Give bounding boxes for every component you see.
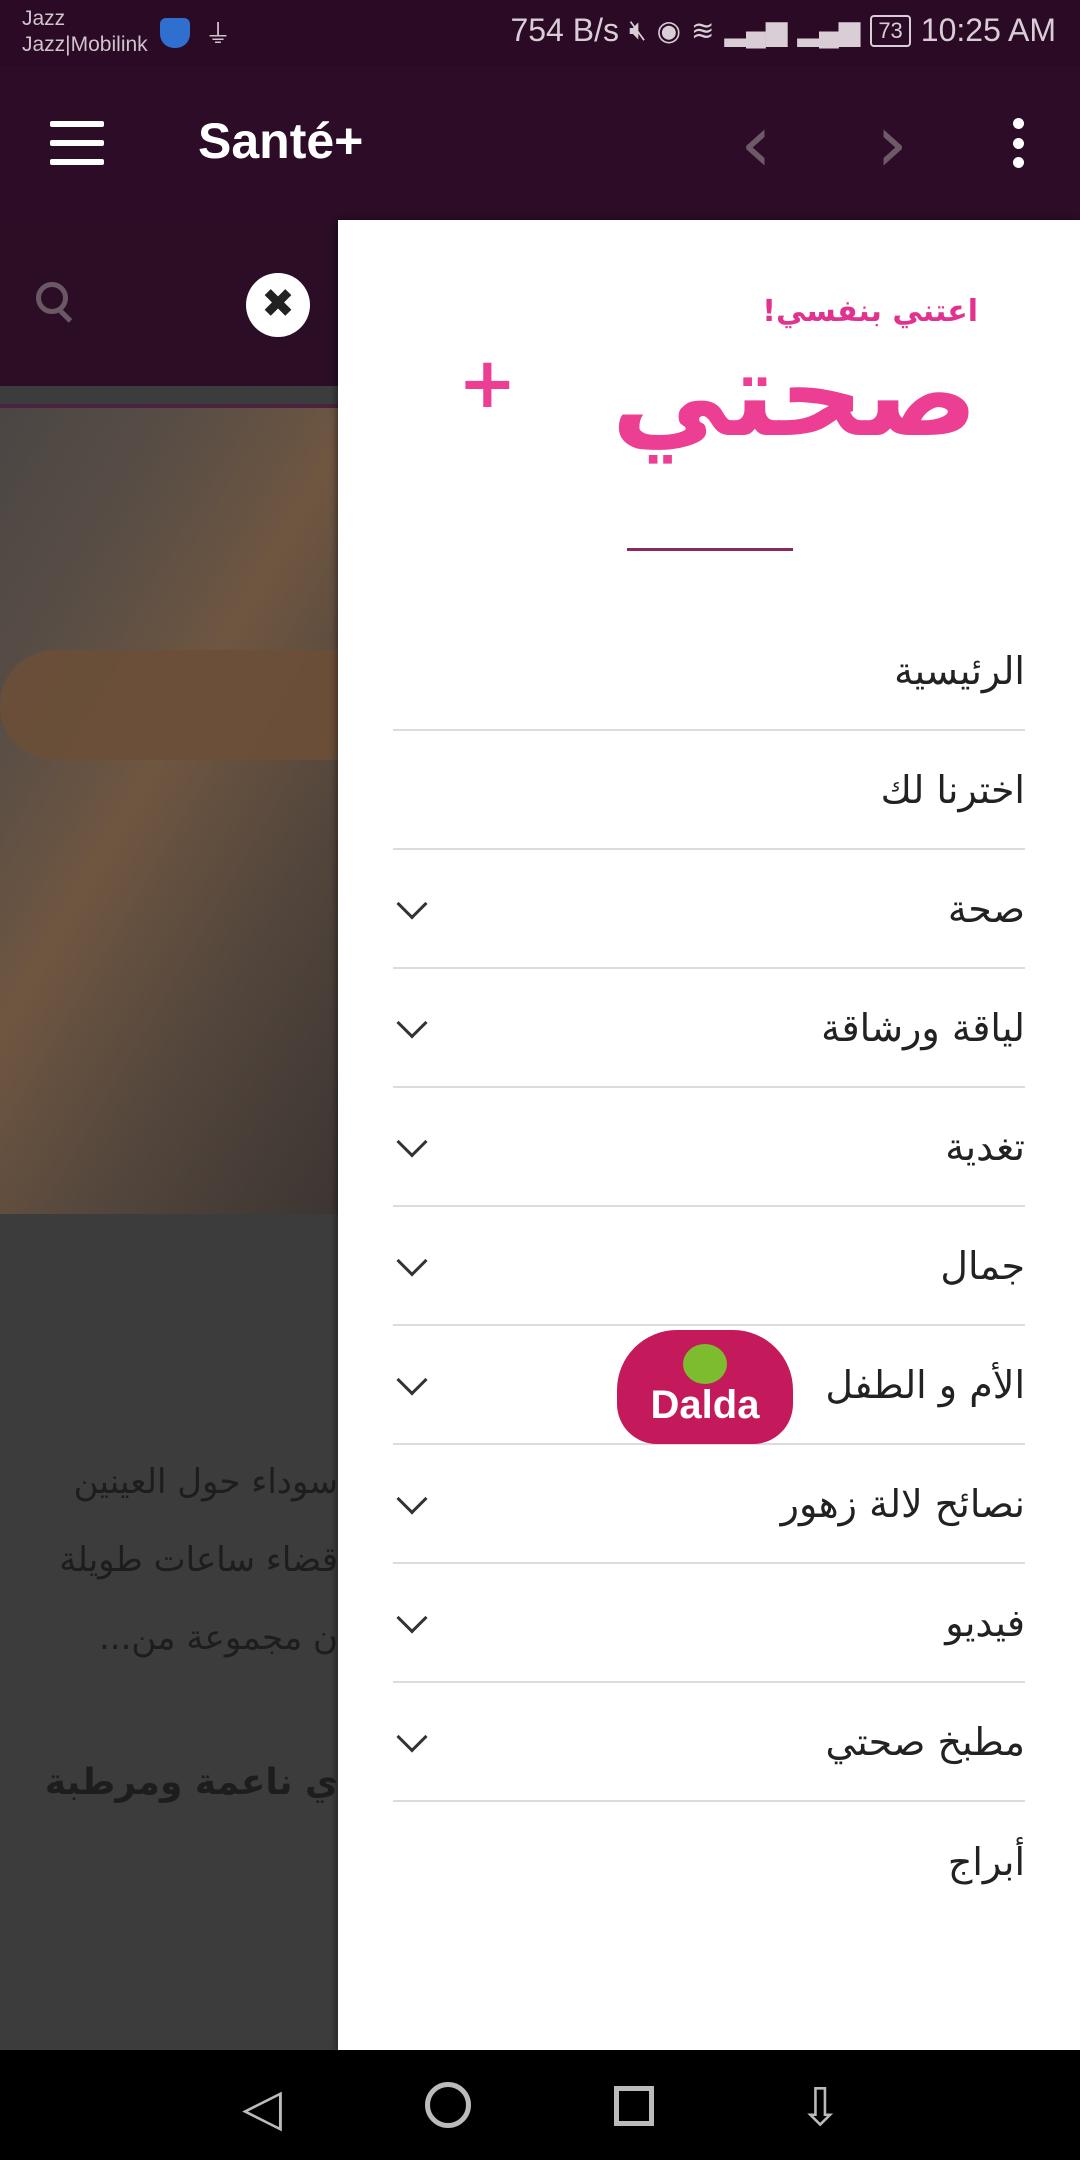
chevron-down-icon[interactable] [396, 1720, 428, 1753]
chevron-down-icon[interactable] [396, 1006, 428, 1039]
menu-item-label: نصائح لالة زهور [780, 1481, 1025, 1526]
chevron-down-icon[interactable] [396, 1482, 428, 1515]
more-options-icon[interactable] [1008, 118, 1028, 168]
system-navigation-bar: ◁ ⇩ [0, 2050, 1080, 2160]
app-title: Santé+ [198, 113, 364, 169]
menu-item-label: مطبخ صحتي [825, 1719, 1025, 1764]
chevron-down-icon[interactable] [396, 1601, 428, 1634]
chevron-down-icon[interactable] [396, 1363, 428, 1396]
menu-item-picked-for-you[interactable]: اخترنا لك [393, 731, 1025, 850]
background-image-detail [0, 650, 338, 760]
back-icon[interactable]: ◁ [232, 2082, 292, 2134]
menu-item-label: الرئيسية [894, 648, 1025, 693]
logo-plus-icon: + [458, 342, 517, 424]
carrier-network: Jazz|Mobilink [22, 33, 148, 56]
eye-comfort-icon: ◉ [656, 15, 682, 46]
close-drawer-icon[interactable]: ✖ [246, 273, 310, 337]
sahti-logo: اعتني بنفسي! + صحتي [448, 294, 980, 484]
carrier-name: Jazz [22, 7, 66, 30]
logo-text: صحتي [611, 325, 980, 463]
menu-item-lalla-zhour-tips[interactable]: نصائح لالة زهور [393, 1445, 1025, 1564]
app-bar: Santé+ ‹ › [0, 66, 1080, 220]
drawer-menu: الرئيسية اخترنا لك صحة لياقة ورشاقة تغدي… [393, 612, 1025, 1921]
mute-icon: 🔇︎ [628, 14, 647, 45]
notification-pull-icon[interactable]: ⇩ [790, 2082, 850, 2134]
menu-item-label: تغدية [945, 1124, 1025, 1169]
background-article-text: ن مجموعة من... [99, 1618, 338, 1658]
background-article-text: قضاء ساعات طويلة [59, 1540, 338, 1580]
usb-icon: ⏚ [205, 20, 232, 50]
menu-item-nutrition[interactable]: تغدية [393, 1088, 1025, 1207]
menu-icon[interactable] [50, 121, 104, 165]
dalda-sponsor-logo: Dalda [617, 1330, 793, 1444]
signal-3g-icon: ▂▄▆ [797, 15, 861, 46]
menu-item-video[interactable]: فيديو [393, 1564, 1025, 1683]
menu-item-health[interactable]: صحة [393, 850, 1025, 969]
menu-item-kitchen[interactable]: مطبخ صحتي [393, 1683, 1025, 1802]
signal-2g-icon: ▂▄▆ [724, 15, 788, 46]
recent-apps-icon[interactable] [604, 2082, 664, 2130]
dalda-bear-icon [683, 1344, 727, 1384]
status-bar: Jazz Jazz|Mobilink ⏚ 754 B/s 🔇︎ ◉ ≋ ▂▄▆ … [0, 0, 1080, 66]
menu-item-horoscopes[interactable]: أبراج [393, 1802, 1025, 1921]
menu-item-label: الأم و الطفل [825, 1362, 1025, 1407]
menu-item-label: أبراج [947, 1839, 1025, 1884]
status-indicators: 754 B/s 🔇︎ ◉ ≋ ▂▄▆ ▂▄▆ 73 10:25 AM [510, 12, 1056, 49]
sponsor-name: Dalda [650, 1383, 760, 1427]
carrier-info: Jazz Jazz|Mobilink [22, 6, 148, 58]
back-arrow-icon[interactable]: ‹ [740, 104, 772, 184]
vpn-shield-icon [160, 18, 190, 48]
background-article-image [0, 408, 338, 1214]
navigation-drawer: اعتني بنفسي! + صحتي الرئيسية اخترنا لك ص… [338, 220, 1080, 2050]
battery-icon: 73 [870, 14, 911, 47]
menu-item-mother-child[interactable]: Dalda الأم و الطفل [393, 1326, 1025, 1445]
logo-divider [627, 548, 793, 551]
menu-item-label: اخترنا لك [880, 767, 1025, 812]
wifi-icon: ≋ [691, 15, 715, 46]
clock: 10:25 AM [920, 12, 1056, 48]
background-article-text: سوداء حول العينين [73, 1462, 338, 1502]
menu-item-label: جمال [940, 1243, 1025, 1288]
chevron-down-icon[interactable] [396, 887, 428, 920]
menu-item-fitness[interactable]: لياقة ورشاقة [393, 969, 1025, 1088]
background-article-title: ي ناعمة ومرطبة [44, 1762, 338, 1803]
menu-item-home[interactable]: الرئيسية [393, 612, 1025, 731]
menu-item-label: صحة [947, 886, 1025, 931]
menu-item-beauty[interactable]: جمال [393, 1207, 1025, 1326]
menu-item-label: فيديو [945, 1600, 1025, 1645]
search-icon [36, 282, 68, 314]
chevron-down-icon[interactable] [396, 1125, 428, 1158]
forward-arrow-icon[interactable]: › [876, 104, 908, 184]
chevron-down-icon[interactable] [396, 1244, 428, 1277]
menu-item-label: لياقة ورشاقة [821, 1005, 1025, 1050]
network-speed: 754 B/s [510, 12, 619, 48]
home-icon[interactable] [418, 2082, 478, 2128]
